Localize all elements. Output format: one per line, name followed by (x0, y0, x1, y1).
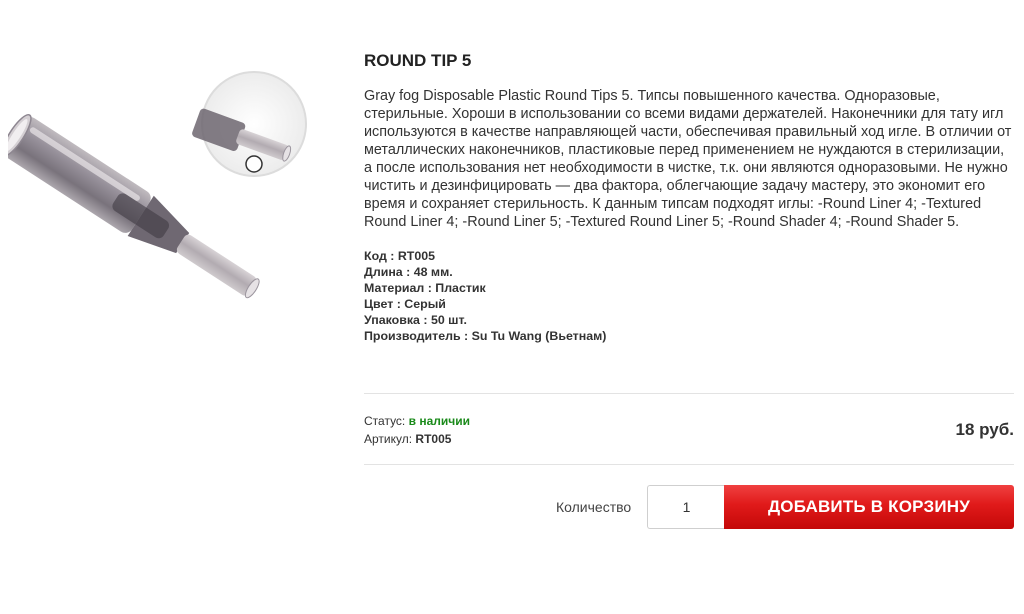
spec-code: Код : RT005 (364, 249, 436, 263)
tattoo-tip-image (1, 71, 307, 299)
price: 18 руб. (955, 420, 1014, 439)
status-badge: в наличии (408, 414, 470, 428)
product-image[interactable] (1, 62, 330, 316)
add-to-cart-button[interactable]: ДОБАВИТЬ В КОРЗИНУ (724, 485, 1014, 529)
spec-length: Длина : 48 мм. (364, 265, 453, 279)
sku-value: RT005 (415, 432, 452, 446)
spec-material: Материал : Пластик (364, 281, 486, 295)
sku-label: Артикул: (364, 432, 413, 446)
product-description: Gray fog Disposable Plastic Round Tips 5… (364, 88, 1012, 230)
product-info: ROUND TIP 5 Gray fog Disposable Plastic … (364, 50, 1014, 344)
quantity-label: Количество (556, 499, 632, 515)
spec-package: Упаковка : 50 шт. (364, 313, 467, 327)
sku-line: Артикул: RT005 (364, 432, 451, 446)
status-line: Статус: в наличии (364, 414, 470, 428)
product-specs: Код : RT005 Длина : 48 мм. Материал : Пл… (364, 248, 1014, 344)
divider-bottom (364, 464, 1014, 465)
spec-manufacturer: Производитель : Su Tu Wang (Вьетнам) (364, 329, 607, 343)
product-title: ROUND TIP 5 (364, 51, 472, 70)
quantity-input[interactable] (647, 485, 725, 529)
status-label: Статус: (364, 414, 406, 428)
divider-top (364, 393, 1014, 394)
spec-color: Цвет : Серый (364, 297, 446, 311)
